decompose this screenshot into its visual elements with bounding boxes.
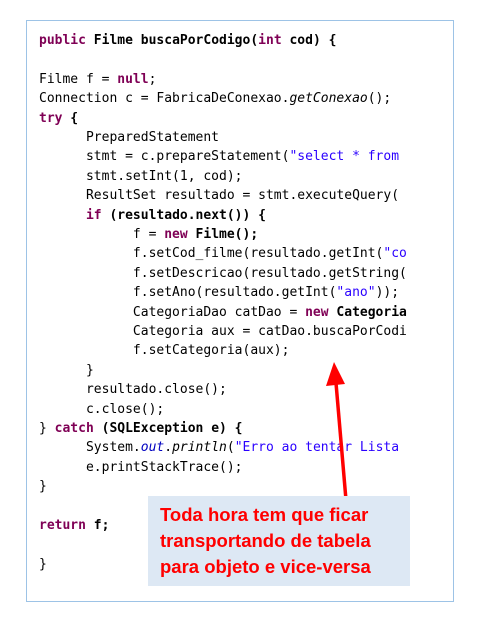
code-token: new xyxy=(164,227,188,242)
code-token: Connection c = FabricaDeConexao. xyxy=(39,91,290,107)
code-line: Connection c = FabricaDeConexao.getConex… xyxy=(39,89,391,108)
code-line: f.setDescricao(resultado.getString( xyxy=(39,264,407,283)
code-token: catch xyxy=(54,421,94,436)
code-line: public Filme buscaPorCodigo(int cod) { xyxy=(39,31,336,50)
code-token: f.setAno(resultado.getInt( xyxy=(39,285,337,301)
code-line: resultado.close(); xyxy=(39,380,227,399)
code-line: f = new Filme(); xyxy=(39,225,258,244)
code-line: } catch (SQLException e) { xyxy=(39,419,243,438)
callout-note: Toda hora tem que ficar transportando de… xyxy=(148,496,410,586)
code-token: )); xyxy=(375,285,400,301)
code-line: return f; xyxy=(39,516,109,535)
code-token: (SQLException e) { xyxy=(93,421,243,436)
code-token: ; xyxy=(148,71,157,87)
code-line: stmt = c.prepareStatement("select * from xyxy=(39,147,399,166)
callout-line-1: Toda hora tem que ficar xyxy=(160,504,369,525)
code-token: } xyxy=(39,479,47,495)
code-line: if (resultado.next()) { xyxy=(39,206,266,225)
code-token: f = xyxy=(39,227,165,242)
callout-line-2: transportando de tabela xyxy=(160,530,371,551)
code-token: Categoria aux = catDao.buscaPorCodi xyxy=(39,324,407,339)
code-token: (resultado.next()) { xyxy=(101,207,266,223)
code-token: getConexao xyxy=(289,91,368,107)
code-line: Filme f = null; xyxy=(39,70,156,89)
callout-line-3: para objeto e vice-versa xyxy=(160,556,371,577)
code-line: f.setCategoria(aux); xyxy=(39,341,290,360)
code-line: e.printStackTrace(); xyxy=(39,458,243,477)
code-line: f.setCod_filme(resultado.getInt("co xyxy=(39,244,407,263)
code-token: out xyxy=(140,440,165,456)
code-token: { xyxy=(62,110,79,126)
code-line: try { xyxy=(39,109,78,128)
code-token: CategoriaDao catDao = xyxy=(39,304,306,320)
code-token: f; xyxy=(85,518,110,533)
code-line: PreparedStatement xyxy=(39,128,219,147)
code-line: } xyxy=(39,361,94,380)
code-line: c.close(); xyxy=(39,400,164,419)
code-token: resultado.close(); xyxy=(39,382,227,398)
code-token: ResultSet resultado = stmt.executeQuery( xyxy=(39,188,400,204)
code-token: stmt.setInt(1, cod); xyxy=(39,168,243,184)
code-token: } xyxy=(39,421,55,436)
code-token: null xyxy=(117,71,149,87)
code-token: if xyxy=(85,207,102,223)
code-token: } xyxy=(39,362,94,378)
code-token: "Erro ao tentar Lista xyxy=(234,440,400,456)
code-line: System.out.println("Erro ao tentar Lista xyxy=(39,438,399,457)
code-line: CategoriaDao catDao = new Categoria xyxy=(39,303,407,322)
code-token: (); xyxy=(367,91,392,107)
code-line: } xyxy=(39,555,47,574)
code-token: } xyxy=(39,556,47,572)
code-token: . xyxy=(164,440,173,456)
code-line: } xyxy=(39,477,47,496)
code-line: f.setAno(resultado.getInt("ano")); xyxy=(39,283,399,302)
code-token: f.setCategoria(aux); xyxy=(39,343,290,359)
code-token: "co xyxy=(383,246,407,262)
code-line: Categoria aux = catDao.buscaPorCodi xyxy=(39,322,407,341)
code-line: ResultSet resultado = stmt.executeQuery( xyxy=(39,186,399,205)
code-token: System. xyxy=(39,440,141,456)
code-token: ( xyxy=(226,440,235,456)
code-token: c.close(); xyxy=(39,401,165,417)
code-token: public xyxy=(39,33,94,48)
code-token: f.setDescricao(resultado.getString( xyxy=(39,265,407,281)
code-token: Filme f = xyxy=(39,71,118,87)
code-token: Filme buscaPorCodigo( xyxy=(93,33,259,48)
code-token: PreparedStatement xyxy=(39,130,220,145)
code-token: e.printStackTrace(); xyxy=(39,459,243,475)
code-token: "ano" xyxy=(336,285,376,301)
code-line: stmt.setInt(1, cod); xyxy=(39,167,243,186)
code-token: "select * from xyxy=(289,149,400,165)
code-token: f.setCod_filme(resultado.getInt( xyxy=(39,246,384,262)
code-token: stmt = c.prepareStatement( xyxy=(39,149,290,165)
code-token: return xyxy=(39,518,86,533)
code-token: Filme(); xyxy=(187,227,259,242)
code-token: int xyxy=(258,33,282,48)
code-token: Categoria xyxy=(336,304,407,320)
code-token: new xyxy=(305,304,329,320)
code-token: cod) { xyxy=(281,33,337,48)
code-token: try xyxy=(39,110,63,126)
code-token: println xyxy=(172,440,227,456)
